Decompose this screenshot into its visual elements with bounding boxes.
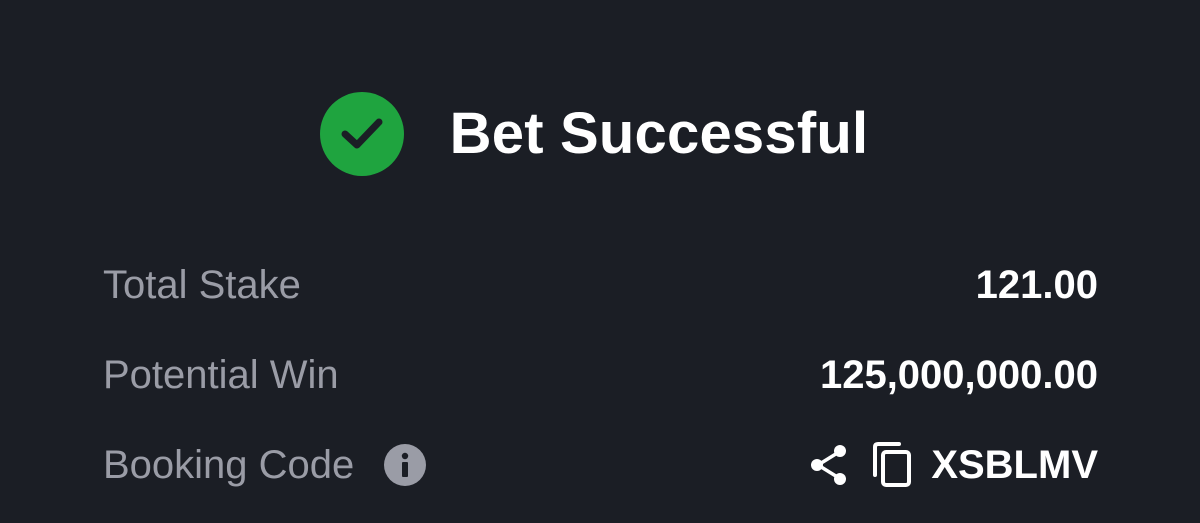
potential-win-label: Potential Win — [103, 352, 339, 397]
info-icon[interactable] — [384, 444, 427, 486]
booking-code-row: Booking Code XSBLMV — [103, 435, 1098, 495]
total-stake-label: Total Stake — [103, 262, 301, 307]
total-stake-value: 121.00 — [975, 262, 1098, 307]
potential-win-value: 125,000,000.00 — [819, 352, 1098, 397]
share-icon[interactable] — [807, 443, 851, 487]
copy-icon[interactable] — [871, 441, 913, 489]
booking-code-label-group: Booking Code — [103, 442, 427, 488]
potential-win-row: Potential Win 125,000,000.00 — [103, 345, 1098, 405]
bet-confirmation-panel: Bet Successful Total Stake 121.00 Potent… — [0, 0, 1200, 523]
booking-code-value-group: XSBLMV — [807, 441, 1098, 489]
booking-code-value[interactable]: XSBLMV — [931, 443, 1098, 488]
booking-code-label: Booking Code — [103, 442, 355, 487]
page-title: Bet Successful — [449, 101, 869, 166]
check-circle-icon — [319, 92, 404, 176]
total-stake-row: Total Stake 121.00 — [103, 255, 1098, 315]
success-header: Bet Successful — [0, 92, 1200, 176]
